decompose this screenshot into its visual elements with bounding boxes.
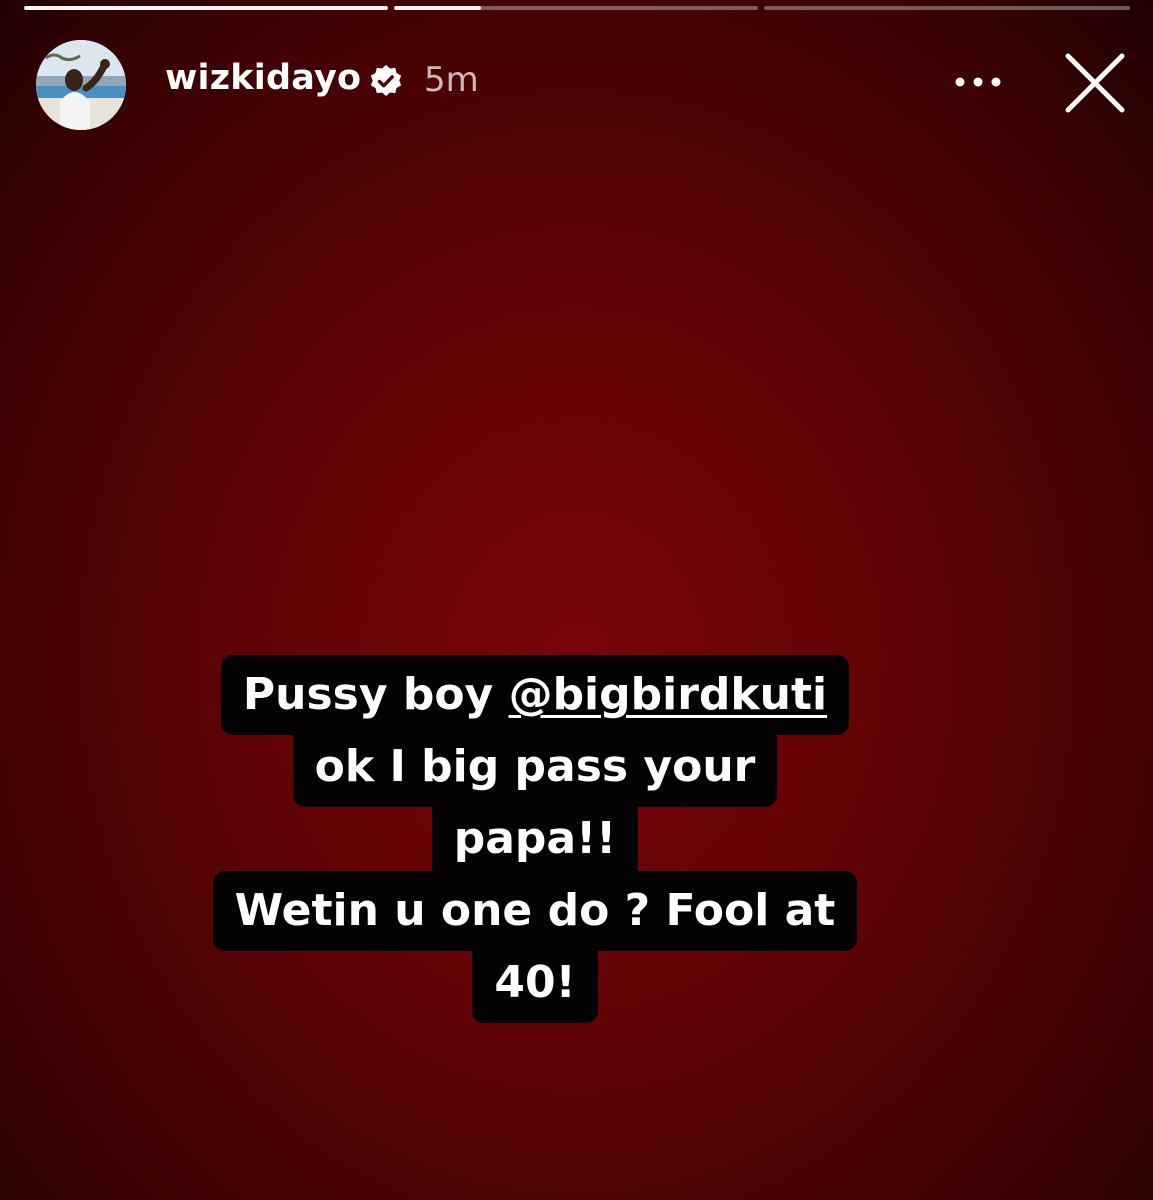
avatar[interactable] xyxy=(36,40,126,130)
caption-line-5: 40! xyxy=(472,943,598,1023)
more-dots-icon[interactable] xyxy=(948,62,1008,102)
progress-segment-3 xyxy=(764,6,1130,10)
close-icon[interactable] xyxy=(1062,50,1128,116)
story-caption: Pussy boy @bigbirdkuti ok I big pass you… xyxy=(200,655,870,1023)
caption-line-1: Pussy boy @bigbirdkuti xyxy=(220,655,850,735)
username[interactable]: wizkidayo xyxy=(165,58,361,98)
progress-fill-2 xyxy=(394,6,482,10)
caption-row-3: papa!! xyxy=(200,799,870,879)
caption-line-4: Wetin u one do ? Fool at xyxy=(212,871,858,951)
caption-row-4: Wetin u one do ? Fool at xyxy=(200,871,870,951)
caption-line-3: papa!! xyxy=(431,799,639,879)
post-timestamp: 5m xyxy=(424,60,479,100)
progress-fill-1 xyxy=(24,6,388,10)
caption-row-1: Pussy boy @bigbirdkuti xyxy=(200,655,870,735)
caption-line-1-prefix: Pussy boy xyxy=(242,669,509,720)
verified-badge-icon xyxy=(370,65,402,96)
mention-link[interactable]: @bigbirdkuti xyxy=(509,669,828,720)
progress-segment-1 xyxy=(24,6,388,10)
caption-line-2: ok I big pass your xyxy=(292,727,778,807)
progress-segment-2 xyxy=(394,6,758,10)
caption-row-2: ok I big pass your xyxy=(200,727,870,807)
caption-row-5: 40! xyxy=(200,943,870,1023)
story-progress-bar xyxy=(24,6,1130,11)
